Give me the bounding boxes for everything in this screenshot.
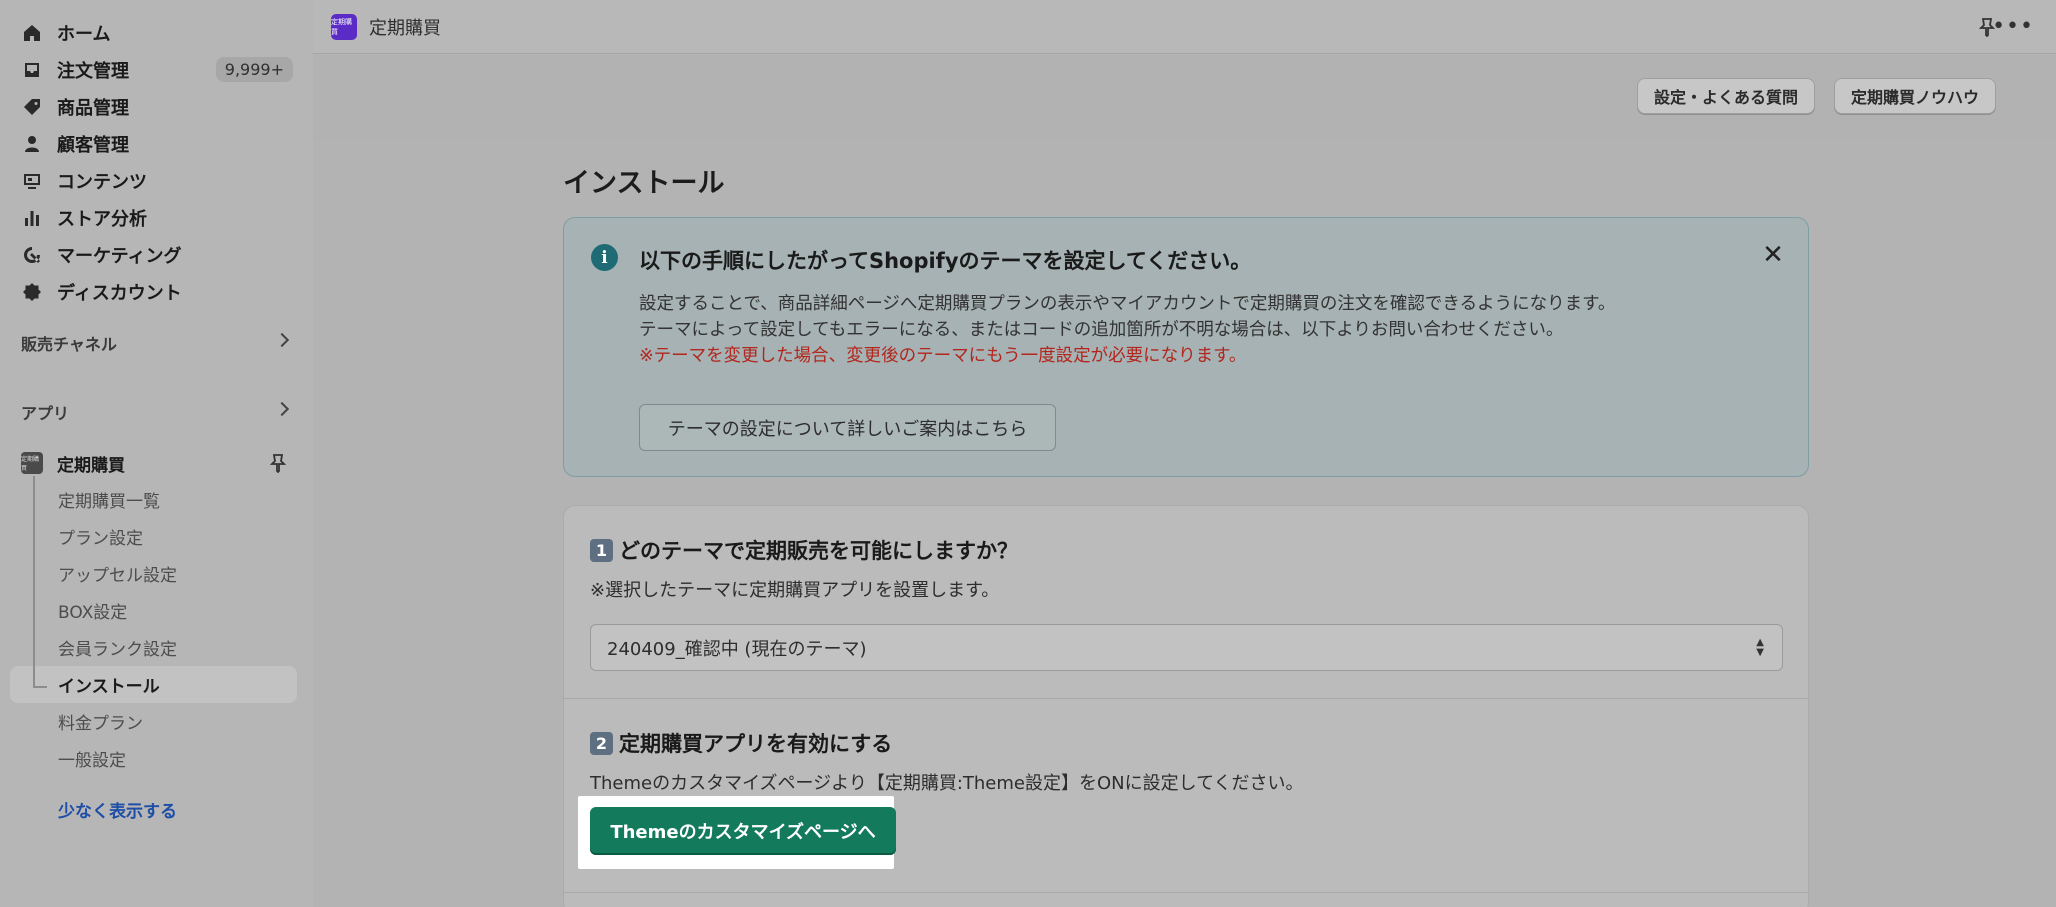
bar-chart-icon [21, 207, 43, 229]
settings-faq-button[interactable]: 設定・よくある質問 [1637, 78, 1816, 114]
sidebar-item-member-rank[interactable]: 会員ランク設定 [0, 629, 313, 666]
knowhow-button[interactable]: 定期購買ノウハウ [1834, 78, 1997, 114]
highlight-box: Themeのカスタマイズページへ [578, 796, 896, 869]
nav-label: 商品管理 [57, 97, 129, 119]
step-number-badge: 2 [590, 731, 613, 755]
page-header-band: 設定・よくある質問 定期購買ノウハウ [313, 55, 2056, 139]
section-apps[interactable]: アプリ [0, 397, 313, 427]
app-badge-icon: 定期購買 [331, 13, 357, 40]
sub-label: 会員ランク設定 [58, 640, 177, 660]
show-less-link[interactable]: 少なく表示する [0, 791, 313, 827]
sidebar-item-upsell-settings[interactable]: アップセル設定 [0, 555, 313, 592]
sub-label: プラン設定 [58, 529, 143, 549]
nav-label: 注文管理 [57, 60, 129, 82]
nav-item-home[interactable]: ホーム [0, 14, 313, 51]
sub-label: アップセル設定 [58, 566, 177, 586]
sub-label: インストール [58, 677, 160, 697]
discount-icon [21, 281, 43, 303]
nav-label: 顧客管理 [57, 134, 129, 156]
step2-title: 2 定期購買アプリを有効にする [590, 728, 892, 758]
sidebar-item-box-settings[interactable]: BOX設定 [0, 592, 313, 629]
step2-desc: Themeのカスタマイズページより【定期購買:Theme設定】をONに設定してく… [590, 773, 1304, 794]
close-icon[interactable]: ✕ [1760, 242, 1786, 268]
sidebar-item-subscription-list[interactable]: 定期購買一覧 [0, 481, 313, 518]
divider [564, 892, 1808, 893]
theme-customize-button[interactable]: Themeのカスタマイズページへ [590, 807, 896, 855]
sub-label: 料金プラン [58, 714, 143, 734]
more-menu-icon[interactable]: ••• [1992, 14, 2034, 39]
section-sales-channels[interactable]: 販売チャネル [0, 328, 313, 358]
step1-title: 1 どのテーマで定期販売を可能にしますか？ [590, 535, 1018, 565]
theme-guide-button[interactable]: テーマの設定について詳しいご案内はこちら [639, 404, 1056, 451]
person-icon [21, 133, 43, 155]
orders-count-badge: 9,999+ [215, 57, 293, 82]
info-banner: i 以下の手順にしたがってShopifyのテーマを設定してください。 ✕ 設定す… [563, 217, 1809, 477]
select-arrows-icon: ▲ ▼ [1756, 637, 1764, 658]
nav-item-orders[interactable]: 注文管理 9,999+ [0, 51, 313, 88]
setup-card: 1 どのテーマで定期販売を可能にしますか？ ※選択したテーマに定期購買アプリを設… [563, 505, 1809, 907]
theme-select[interactable]: 240409_確認中 (現在のテーマ) ▲ ▼ [590, 624, 1783, 671]
sidebar-item-install[interactable]: インストール [10, 666, 297, 703]
nav-item-marketing[interactable]: マーケティング [0, 236, 313, 273]
page-title: インストール [563, 168, 725, 199]
nav-label: ストア分析 [57, 208, 147, 230]
sidebar-item-general-settings[interactable]: 一般設定 [0, 740, 313, 777]
step-number-badge: 1 [590, 538, 613, 562]
chevron-right-icon [274, 332, 290, 348]
app-topbar: 定期購買 定期購買 ••• [313, 0, 2056, 54]
banner-text: 設定することで、商品詳細ページへ定期購買プランの表示やマイアカウントで定期購買の… [639, 294, 1616, 314]
inbox-icon [21, 59, 43, 81]
target-icon [21, 244, 43, 266]
home-icon [21, 22, 43, 44]
app-name: 定期購買 [57, 455, 125, 476]
sub-label: 一般設定 [58, 751, 126, 771]
nav-item-customers[interactable]: 顧客管理 [0, 125, 313, 162]
sidebar-item-plan-settings[interactable]: プラン設定 [0, 518, 313, 555]
sidebar-item-pricing[interactable]: 料金プラン [0, 703, 313, 740]
app-logo: 定期購買 [21, 452, 43, 474]
info-icon: i [591, 244, 618, 271]
sidebar: ホーム 注文管理 9,999+ 商品管理 顧客管理 コンテンツ ストア分析 マー… [0, 0, 313, 907]
divider [564, 698, 1808, 699]
content-icon [21, 170, 43, 192]
banner-text: テーマによって設定してもエラーになる、またはコードの追加箇所が不明な場合は、以下… [639, 320, 1564, 340]
pin-icon[interactable] [269, 453, 287, 473]
nav-item-content[interactable]: コンテンツ [0, 162, 313, 199]
app-subscription[interactable]: 定期購買 定期購買 [0, 445, 313, 481]
selected-theme: 240409_確認中 (現在のテーマ) [607, 638, 867, 660]
nav-item-analytics[interactable]: ストア分析 [0, 199, 313, 236]
chevron-right-icon [274, 401, 290, 417]
section-label: アプリ [21, 404, 70, 423]
banner-warning: ※テーマを変更した場合、変更後のテーマにもう一度設定が必要になります。 [639, 346, 1247, 366]
main-content: インストール i 以下の手順にしたがってShopifyのテーマを設定してください… [313, 139, 2056, 907]
section-label: 販売チャネル [21, 335, 117, 354]
nav-label: ディスカウント [57, 282, 182, 304]
step1-desc: ※選択したテーマに定期購買アプリを設置します。 [590, 580, 1000, 601]
app-title: 定期購買 [369, 17, 441, 39]
sub-label: 定期購買一覧 [58, 492, 160, 512]
nav-label: ホーム [57, 23, 111, 45]
step-title-text: 定期購買アプリを有効にする [619, 732, 893, 756]
tree-hook [33, 686, 47, 688]
nav-label: マーケティング [57, 245, 182, 267]
sub-label: BOX設定 [58, 603, 128, 623]
nav-label: コンテンツ [57, 171, 147, 193]
tree-line [33, 476, 35, 686]
step-title-text: どのテーマで定期販売を可能にしますか？ [619, 539, 1018, 563]
nav-item-products[interactable]: 商品管理 [0, 88, 313, 125]
tag-icon [21, 96, 43, 118]
banner-title: 以下の手順にしたがってShopifyのテーマを設定してください。 [639, 249, 1252, 273]
nav-item-discounts[interactable]: ディスカウント [0, 273, 313, 310]
